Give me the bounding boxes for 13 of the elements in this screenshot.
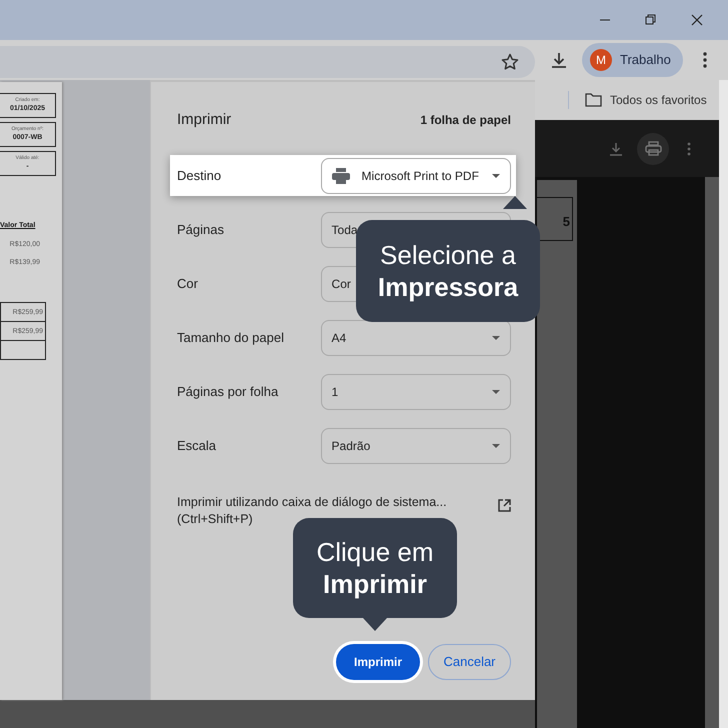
sheet-count: 1 folha de papel [420, 112, 511, 129]
callout-emphasis: Imprimir [322, 568, 428, 600]
callout-text: Selecione a [379, 238, 517, 271]
callout-text: Clique em [315, 536, 435, 568]
setting-label: Escala [177, 436, 218, 455]
callout-emphasis: Impressora [376, 271, 520, 304]
dialog-title: Imprimir [177, 110, 232, 130]
setting-label: Páginas por folha [177, 382, 280, 401]
avatar: M [590, 49, 612, 71]
setting-label: Destino [177, 166, 222, 185]
setting-label: Tamanho do papel [177, 328, 285, 347]
setting-label: Cor [177, 274, 199, 293]
setting-label: Páginas [177, 220, 225, 239]
